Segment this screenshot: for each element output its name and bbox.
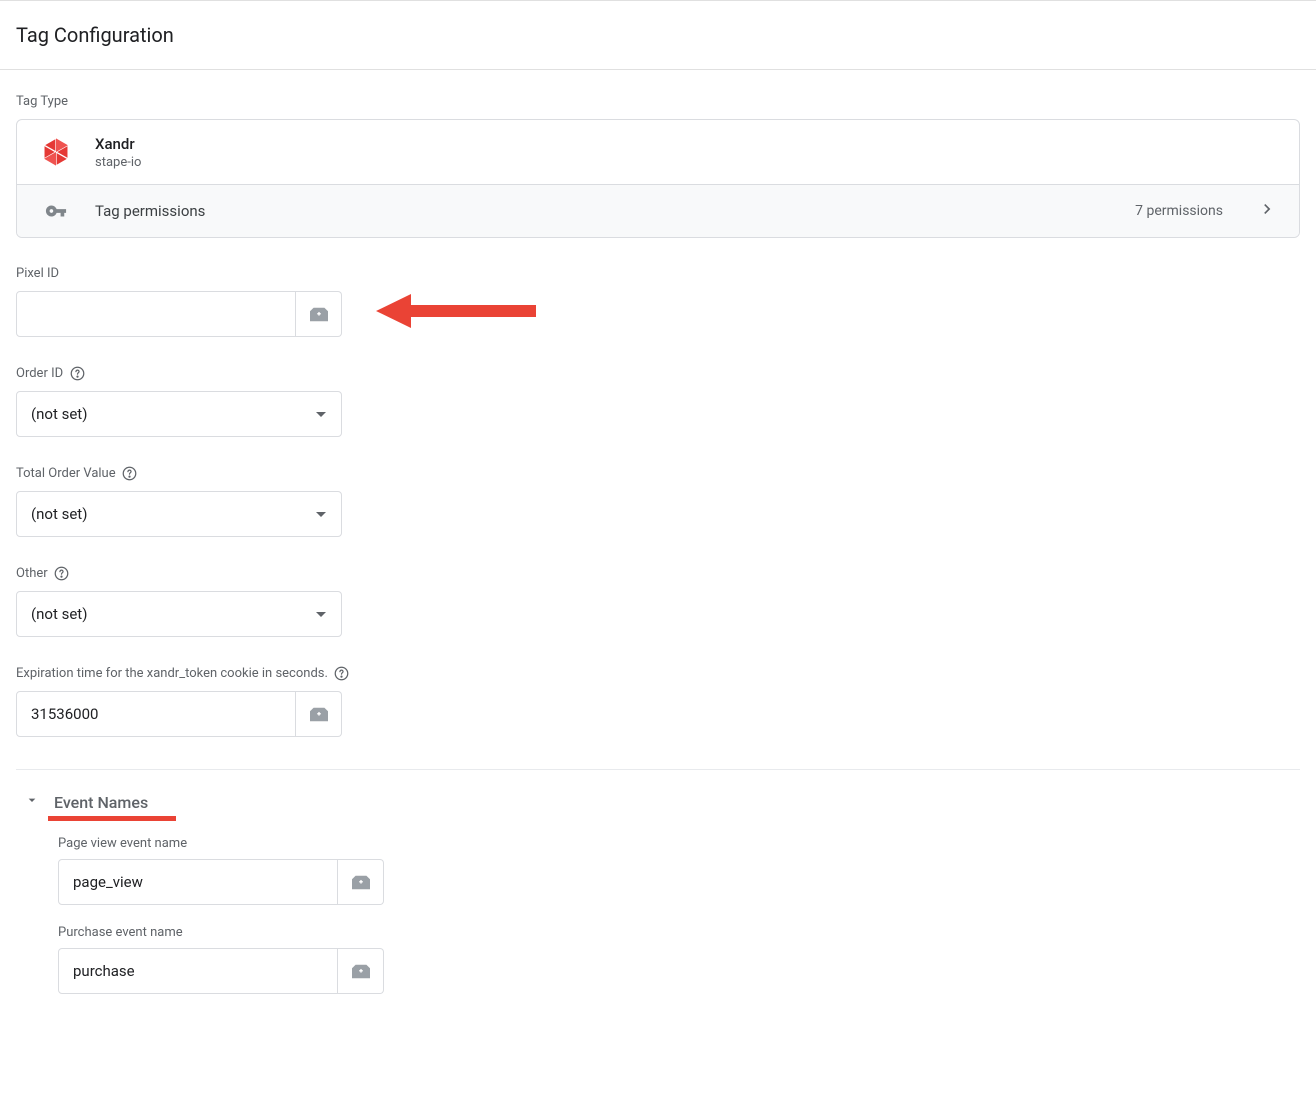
help-icon[interactable]	[69, 365, 85, 381]
tag-type-label: Tag Type	[16, 94, 1300, 109]
total-order-value-label: Total Order Value	[16, 465, 1300, 481]
page-view-variable-button[interactable]	[338, 859, 384, 905]
event-names-section-header[interactable]: Event Names	[16, 770, 1300, 816]
purchase-field: Purchase event name	[16, 925, 1300, 994]
purchase-variable-button[interactable]	[338, 948, 384, 994]
other-select[interactable]: (not set)	[16, 591, 342, 637]
other-label: Other	[16, 565, 1300, 581]
expiration-label-text: Expiration time for the xandr_token cook…	[16, 666, 328, 681]
purchase-input[interactable]	[58, 948, 338, 994]
total-order-value-value: (not set)	[31, 505, 87, 523]
dropdown-icon	[315, 505, 327, 523]
expiration-variable-button[interactable]	[296, 691, 342, 737]
tag-vendor: stape-io	[95, 155, 141, 170]
expiration-label: Expiration time for the xandr_token cook…	[16, 665, 1300, 681]
pixel-id-label: Pixel ID	[16, 266, 1300, 281]
pixel-id-variable-button[interactable]	[296, 291, 342, 337]
page-header: Tag Configuration	[0, 0, 1316, 70]
expiration-field: Expiration time for the xandr_token cook…	[16, 665, 1300, 737]
other-label-text: Other	[16, 566, 48, 581]
total-order-value-label-text: Total Order Value	[16, 466, 116, 481]
order-id-select[interactable]: (not set)	[16, 391, 342, 437]
permissions-count: 7 permissions	[1135, 203, 1223, 219]
page-view-input[interactable]	[58, 859, 338, 905]
tag-type-row[interactable]: Xandr stape-io	[17, 120, 1299, 184]
variable-icon	[350, 873, 372, 891]
chevron-right-icon	[1257, 199, 1277, 223]
variable-icon	[350, 962, 372, 980]
page-title: Tag Configuration	[16, 23, 1300, 47]
variable-icon	[308, 305, 330, 323]
other-value: (not set)	[31, 605, 87, 623]
help-icon[interactable]	[54, 565, 70, 581]
event-names-title: Event Names	[54, 793, 148, 812]
page-view-field: Page view event name	[16, 836, 1300, 905]
red-underline-annotation	[48, 816, 176, 821]
arrow-annotation	[366, 286, 546, 340]
order-id-field: Order ID (not set)	[16, 365, 1300, 437]
other-field: Other (not set)	[16, 565, 1300, 637]
dropdown-icon	[315, 405, 327, 423]
tag-type-text: Xandr stape-io	[95, 134, 141, 170]
total-order-value-field: Total Order Value (not set)	[16, 465, 1300, 537]
xandr-logo-icon	[39, 135, 73, 169]
order-id-label: Order ID	[16, 365, 1300, 381]
order-id-label-text: Order ID	[16, 366, 63, 381]
tag-name: Xandr	[95, 134, 141, 155]
order-id-value: (not set)	[31, 405, 87, 423]
key-icon	[39, 200, 73, 222]
variable-icon	[308, 705, 330, 723]
pixel-id-input[interactable]	[16, 291, 296, 337]
chevron-down-icon	[24, 792, 40, 812]
purchase-label: Purchase event name	[58, 925, 1300, 940]
help-icon[interactable]	[122, 465, 138, 481]
page-view-label: Page view event name	[58, 836, 1300, 851]
tag-type-card: Xandr stape-io Tag permissions 7 permiss…	[16, 119, 1300, 238]
tag-permissions-row[interactable]: Tag permissions 7 permissions	[17, 184, 1299, 237]
content-area: Tag Type Xandr stape-io	[0, 70, 1316, 1010]
dropdown-icon	[315, 605, 327, 623]
permissions-label: Tag permissions	[95, 202, 1113, 220]
total-order-value-select[interactable]: (not set)	[16, 491, 342, 537]
help-icon[interactable]	[334, 665, 350, 681]
pixel-id-field: Pixel ID	[16, 266, 1300, 337]
expiration-input[interactable]	[16, 691, 296, 737]
